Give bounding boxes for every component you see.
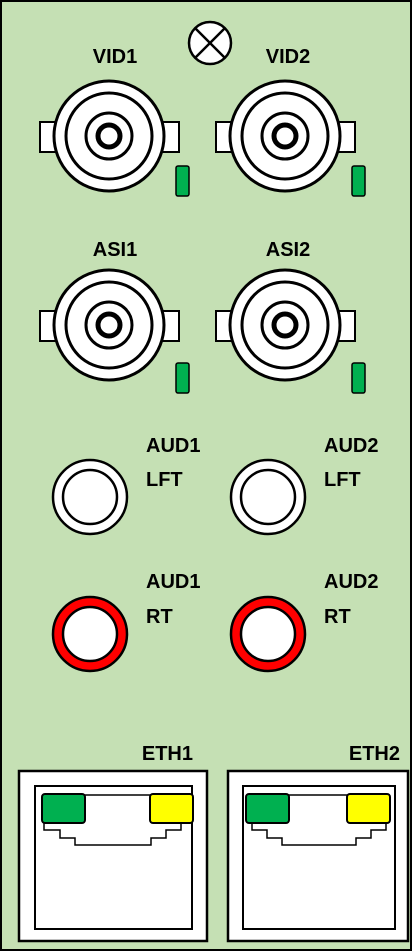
aud2-lft-label-line1: AUD2 — [324, 435, 378, 457]
aud1-lft-label-line2: LFT — [146, 469, 183, 491]
eth1-link-led — [41, 793, 86, 824]
asi1-label: ASI1 — [93, 239, 137, 261]
aud2-rt-label-line1: AUD2 — [324, 571, 378, 593]
asi1-status-led — [175, 362, 190, 394]
aud1-lft-rca-jack[interactable] — [51, 458, 129, 536]
aud2-rt-label-line2: RT — [324, 606, 351, 628]
vid2-label: VID2 — [266, 46, 310, 68]
aud2-lft-rca-jack[interactable] — [229, 458, 307, 536]
vid1-label: VID1 — [93, 46, 137, 68]
eth2-link-led — [245, 793, 290, 824]
connector-panel: VID1 VID2 ASI1 ASI2 AUD1 LFT AUD2 LFT AU… — [0, 0, 412, 951]
asi2-status-led — [351, 362, 366, 394]
aud2-rt-rca-jack[interactable] — [229, 595, 307, 673]
eth2-rj45-port[interactable] — [226, 769, 410, 943]
aud1-rt-rca-jack[interactable] — [51, 595, 129, 673]
eth1-rj45-port[interactable] — [17, 769, 209, 943]
aud2-lft-label-line2: LFT — [324, 469, 361, 491]
aud1-lft-label-line1: AUD1 — [146, 435, 200, 457]
eth1-activity-led — [149, 793, 194, 824]
vid1-status-led — [175, 165, 190, 197]
aud1-rt-label-line2: RT — [146, 606, 173, 628]
eth1-label: ETH1 — [142, 743, 193, 765]
asi2-label: ASI2 — [266, 239, 310, 261]
vid2-status-led — [351, 165, 366, 197]
eth2-activity-led — [346, 793, 391, 824]
eth2-label: ETH2 — [349, 743, 400, 765]
aud1-rt-label-line1: AUD1 — [146, 571, 200, 593]
cross-circle-indicator-icon — [187, 20, 233, 66]
